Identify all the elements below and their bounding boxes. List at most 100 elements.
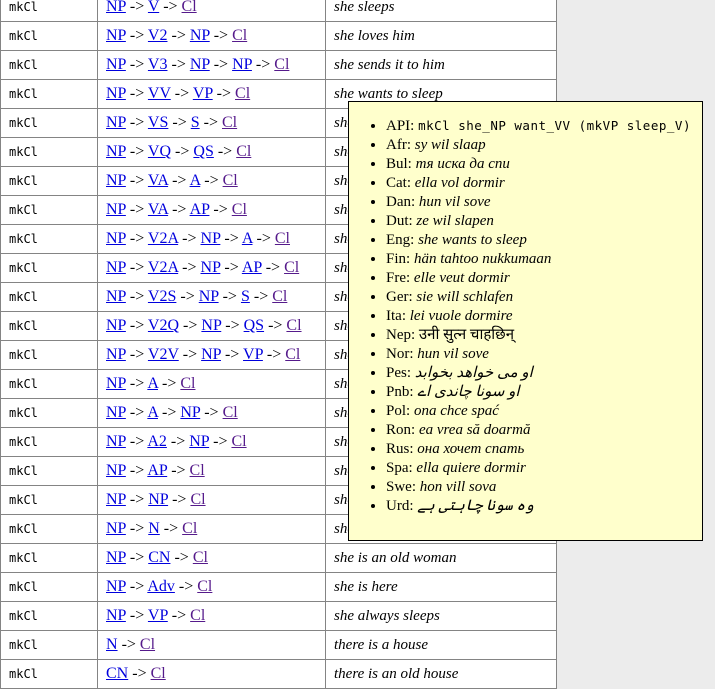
category-link[interactable]: NP (106, 114, 126, 131)
category-link[interactable]: N (148, 520, 160, 537)
category-link[interactable]: A (190, 172, 201, 189)
category-link[interactable]: N (106, 636, 118, 653)
category-link[interactable]: NP (106, 0, 126, 15)
category-link[interactable]: NP (106, 346, 126, 363)
category-link[interactable]: Cl (182, 0, 197, 15)
category-link[interactable]: A (147, 404, 158, 421)
translation-item: Spa: ella quiere dormir (386, 459, 696, 477)
category-link[interactable]: QS (244, 317, 264, 334)
category-link[interactable]: NP (148, 491, 168, 508)
category-link[interactable]: S (241, 288, 250, 305)
category-link[interactable]: Cl (190, 491, 205, 508)
category-link[interactable]: NP (189, 433, 209, 450)
category-link[interactable]: NP (232, 56, 252, 73)
category-link[interactable]: Cl (235, 85, 250, 102)
category-link[interactable]: Cl (182, 520, 197, 537)
category-link[interactable]: S (191, 114, 200, 131)
category-link[interactable]: NP (106, 491, 126, 508)
category-link[interactable]: NP (106, 201, 126, 218)
category-link[interactable]: Cl (236, 143, 251, 160)
category-link[interactable]: NP (190, 56, 210, 73)
category-link[interactable]: V2Q (148, 317, 179, 334)
category-link[interactable]: NP (106, 317, 126, 334)
category-link[interactable]: NP (106, 288, 126, 305)
category-link[interactable]: NP (106, 172, 126, 189)
example-cell: she always sleeps (326, 602, 557, 631)
category-link[interactable]: A2 (147, 433, 167, 450)
category-link[interactable]: Cl (232, 201, 247, 218)
category-link[interactable]: AP (242, 259, 262, 276)
category-link[interactable]: V (148, 0, 159, 15)
rule-signature-cell: NP -> V3 -> NP -> NP -> Cl (98, 51, 326, 80)
category-link[interactable]: NP (106, 56, 126, 73)
category-link[interactable]: AP (190, 201, 210, 218)
category-link[interactable]: NP (106, 404, 126, 421)
table-row: mkClNP -> CN -> Clshe is an old woman (1, 544, 557, 573)
category-link[interactable]: NP (106, 375, 126, 392)
category-link[interactable]: V2A (148, 230, 178, 247)
category-link[interactable]: NP (199, 288, 219, 305)
category-link[interactable]: QS (193, 143, 213, 160)
category-link[interactable]: Adv (147, 578, 175, 595)
category-link[interactable]: NP (180, 404, 200, 421)
category-link[interactable]: NP (106, 143, 126, 160)
category-link[interactable]: Cl (222, 114, 237, 131)
category-link[interactable]: V3 (148, 56, 168, 73)
category-link[interactable]: Cl (193, 549, 208, 566)
category-link[interactable]: NP (201, 259, 221, 276)
category-link[interactable]: Cl (223, 172, 238, 189)
category-link[interactable]: VP (193, 85, 213, 102)
category-link[interactable]: NP (190, 27, 210, 44)
category-link[interactable]: Cl (272, 288, 287, 305)
category-link[interactable]: A (147, 375, 158, 392)
category-link[interactable]: V2S (148, 288, 176, 305)
function-name-cell: mkCl (1, 457, 98, 486)
category-link[interactable]: NP (106, 549, 126, 566)
rule-signature-cell: NP -> VQ -> QS -> Cl (98, 138, 326, 167)
category-link[interactable]: Cl (231, 433, 246, 450)
category-link[interactable]: Cl (197, 578, 212, 595)
category-link[interactable]: CN (106, 665, 128, 682)
category-link[interactable]: Cl (275, 230, 290, 247)
category-link[interactable]: VP (148, 607, 168, 624)
category-link[interactable]: NP (106, 520, 126, 537)
category-link[interactable]: NP (201, 346, 221, 363)
category-link[interactable]: Cl (285, 346, 300, 363)
example-cell: she sends it to him (326, 51, 557, 80)
category-link[interactable]: Cl (151, 665, 166, 682)
category-link[interactable]: NP (106, 259, 126, 276)
category-link[interactable]: NP (106, 27, 126, 44)
category-link[interactable]: NP (106, 578, 126, 595)
category-link[interactable]: Cl (190, 607, 205, 624)
category-link[interactable]: Cl (223, 404, 238, 421)
category-link[interactable]: Cl (286, 317, 301, 334)
category-link[interactable]: Cl (180, 375, 195, 392)
category-link[interactable]: V2 (148, 27, 168, 44)
category-link[interactable]: VV (148, 85, 171, 102)
category-link[interactable]: VQ (148, 143, 171, 160)
category-link[interactable]: AP (147, 462, 167, 479)
category-link[interactable]: CN (148, 549, 170, 566)
category-link[interactable]: NP (106, 433, 126, 450)
category-link[interactable]: Cl (274, 56, 289, 73)
category-link[interactable]: NP (106, 85, 126, 102)
category-link[interactable]: NP (201, 230, 221, 247)
category-link[interactable]: Cl (190, 462, 205, 479)
category-link[interactable]: NP (106, 462, 126, 479)
category-link[interactable]: NP (106, 230, 126, 247)
category-link[interactable]: VA (148, 201, 168, 218)
category-link[interactable]: VA (148, 172, 168, 189)
category-link[interactable]: NP (201, 317, 221, 334)
category-link[interactable]: VS (148, 114, 168, 131)
function-name-cell: mkCl (1, 254, 98, 283)
function-name-cell: mkCl (1, 51, 98, 80)
category-link[interactable]: NP (106, 607, 126, 624)
category-link[interactable]: V2V (148, 346, 179, 363)
category-link[interactable]: V2A (148, 259, 178, 276)
category-link[interactable]: VP (243, 346, 263, 363)
category-link[interactable]: Cl (140, 636, 155, 653)
category-link[interactable]: Cl (232, 27, 247, 44)
function-name-cell: mkCl (1, 312, 98, 341)
category-link[interactable]: A (242, 230, 253, 247)
category-link[interactable]: Cl (284, 259, 299, 276)
